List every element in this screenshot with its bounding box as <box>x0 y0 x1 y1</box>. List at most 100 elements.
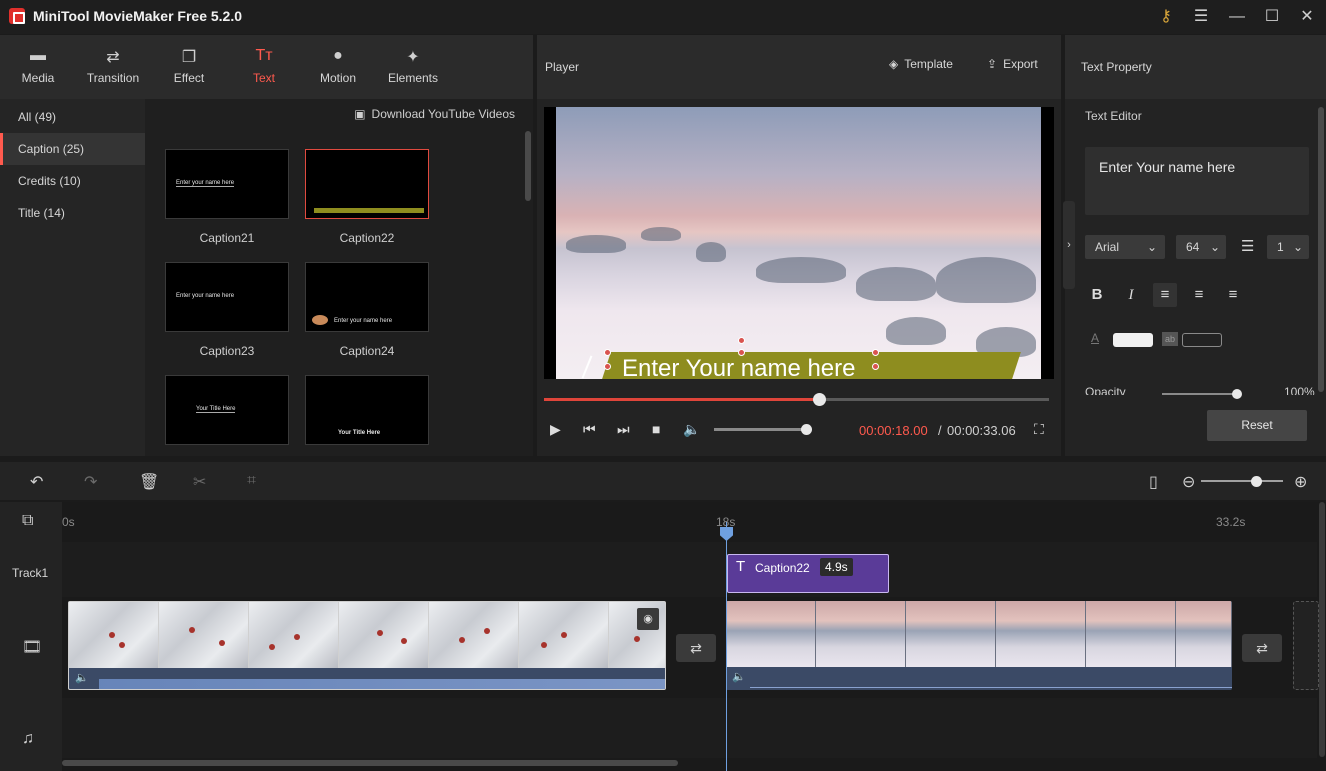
template-thumb[interactable]: Your Title Here <box>305 375 429 445</box>
volume-slider[interactable] <box>714 428 806 431</box>
tab-transition[interactable]: ⇄ Transition <box>78 47 148 85</box>
caption-clip[interactable]: T Caption22 4.9s <box>727 554 889 593</box>
close-icon[interactable]: ✕ <box>1295 5 1319 29</box>
resize-handle[interactable] <box>738 337 745 344</box>
stop-icon[interactable]: ■ <box>652 421 660 437</box>
library-panel: ▬ Media ⇄ Transition ❐ Effect Tт Text ● … <box>0 35 533 456</box>
minimize-icon[interactable]: — <box>1225 5 1249 29</box>
text-color-swatch[interactable] <box>1113 333 1153 347</box>
zoom-knob[interactable] <box>1251 476 1262 487</box>
bold-icon[interactable]: B <box>1085 283 1109 307</box>
tab-elements[interactable]: ✦ Elements <box>378 47 448 85</box>
maximize-icon[interactable]: ☐ <box>1260 5 1284 29</box>
clip-settings-icon[interactable]: ◉ <box>637 608 659 630</box>
menu-icon[interactable]: ☰ <box>1189 5 1213 29</box>
preview-caption-text[interactable]: Enter Your name here <box>622 355 856 379</box>
play-icon[interactable]: ▶ <box>550 421 561 438</box>
scene-tree <box>696 242 726 262</box>
add-track-icon[interactable]: ⧉ <box>22 512 33 530</box>
reset-button[interactable]: Reset <box>1207 410 1307 441</box>
collapse-panel-tab[interactable]: › <box>1063 201 1075 289</box>
align-center-icon[interactable]: ≡ <box>1187 283 1211 307</box>
template-label: Caption22 <box>339 231 395 245</box>
category-all[interactable]: All (49) <box>0 101 145 133</box>
volume-icon[interactable]: 🔈 <box>683 421 700 438</box>
timeline-vertical-scrollbar[interactable] <box>1319 502 1325 757</box>
line-spacing-icon: ☰ <box>1241 238 1255 255</box>
scene-tree <box>641 227 681 241</box>
export-button[interactable]: ⇪ Export <box>987 57 1038 71</box>
category-credits[interactable]: Credits (10) <box>0 165 145 197</box>
resize-handle[interactable] <box>872 349 879 356</box>
track-headers: ⧉ Track1 🎞 ♫ <box>0 502 62 771</box>
zoom-in-icon[interactable]: ⊕ <box>1294 472 1307 492</box>
text-property-scrollbar[interactable] <box>1318 107 1324 392</box>
resize-handle[interactable] <box>872 363 879 370</box>
template-thumb-caption23[interactable]: Enter your name here <box>165 262 289 332</box>
delete-icon[interactable]: 🗑 <box>139 472 159 492</box>
timeline-horizontal-scrollbar[interactable] <box>62 760 678 766</box>
clip-frame <box>519 602 609 668</box>
tab-text[interactable]: Tт Text <box>229 47 299 85</box>
video-clip-berries[interactable]: ◉ 🔈 <box>68 601 666 690</box>
previous-frame-icon[interactable]: ⏮ <box>583 421 596 438</box>
line-spacing-select[interactable]: 1 ⌄ <box>1267 235 1309 259</box>
background-color-swatch[interactable] <box>1182 333 1222 347</box>
download-youtube-link[interactable]: ▣ Download YouTube Videos <box>354 107 515 121</box>
tab-media[interactable]: ▬ Media <box>3 47 73 85</box>
fullscreen-icon[interactable]: ⛶ <box>1034 421 1044 438</box>
template-thumb[interactable]: Your Title Here <box>165 375 289 445</box>
crop-icon[interactable]: ⌗ <box>247 472 256 490</box>
text-property-title: Text Property <box>1081 60 1152 74</box>
resize-handle[interactable] <box>604 349 611 356</box>
playback-progress-bar[interactable] <box>544 393 1049 406</box>
align-left-icon[interactable]: ≡ <box>1153 283 1177 307</box>
audio-volume-icon[interactable]: 🔈 <box>75 671 89 684</box>
fit-timeline-icon[interactable]: ▯ <box>1149 472 1158 492</box>
undo-icon[interactable]: ↶ <box>30 472 43 492</box>
zoom-slider[interactable] <box>1201 480 1283 482</box>
opacity-slider[interactable] <box>1162 393 1240 395</box>
video-clip-snow[interactable]: 🔈 <box>726 601 1232 690</box>
text-editor-input[interactable]: Enter Your name here <box>1085 147 1309 215</box>
key-icon[interactable]: ⚷ <box>1154 5 1178 29</box>
empty-clip-slot[interactable] <box>1293 601 1319 690</box>
volume-knob[interactable] <box>801 424 812 435</box>
library-scrollbar[interactable] <box>525 131 531 201</box>
redo-icon[interactable]: ↷ <box>84 472 97 492</box>
next-frame-icon[interactable]: ⏭ <box>617 421 630 438</box>
player-panel: Player ◈ Template ⇪ Export Enter Your name… <box>537 35 1061 456</box>
player-title: Player <box>545 60 580 74</box>
player-header: Player ◈ Template ⇪ Export <box>537 35 1061 99</box>
playhead-line[interactable] <box>726 522 727 771</box>
zoom-out-icon[interactable]: ⊖ <box>1182 472 1195 492</box>
clip-frame <box>339 602 429 668</box>
video-preview[interactable]: Enter Your name here <box>544 107 1054 379</box>
scene-tree <box>936 257 1036 303</box>
category-caption[interactable]: Caption (25) <box>0 133 145 165</box>
clip-audio-track: 🔈 <box>69 668 665 689</box>
align-right-icon[interactable]: ≡ <box>1221 283 1245 307</box>
music-track-icon: ♫ <box>22 730 34 747</box>
template-button[interactable]: ◈ Template <box>889 57 953 71</box>
text-clip-icon: T <box>736 558 746 575</box>
text-property-header: Text Property <box>1065 35 1326 99</box>
font-family-select[interactable]: Arial ⌄ <box>1085 235 1165 259</box>
audio-volume-icon[interactable]: 🔈 <box>732 670 746 683</box>
font-size-select[interactable]: 64 ⌄ <box>1176 235 1226 259</box>
template-thumb-caption21[interactable]: Enter your name here <box>165 149 289 219</box>
current-time: 00:00:18.00 <box>859 423 928 438</box>
template-thumb-caption22[interactable] <box>305 149 429 219</box>
resize-handle[interactable] <box>604 363 611 370</box>
tab-effect[interactable]: ❐ Effect <box>154 47 224 85</box>
resize-handle[interactable] <box>738 349 745 356</box>
italic-icon[interactable]: I <box>1119 283 1143 307</box>
tab-motion[interactable]: ● Motion <box>303 47 373 85</box>
transition-slot-icon[interactable]: ⇄ <box>676 634 716 662</box>
split-icon[interactable]: ✂ <box>193 472 206 492</box>
progress-knob[interactable] <box>813 393 827 406</box>
transition-slot-icon[interactable]: ⇄ <box>1242 634 1282 662</box>
template-thumb-caption24[interactable]: Enter your name here <box>305 262 429 332</box>
category-title[interactable]: Title (14) <box>0 197 145 229</box>
opacity-knob[interactable] <box>1232 389 1242 399</box>
